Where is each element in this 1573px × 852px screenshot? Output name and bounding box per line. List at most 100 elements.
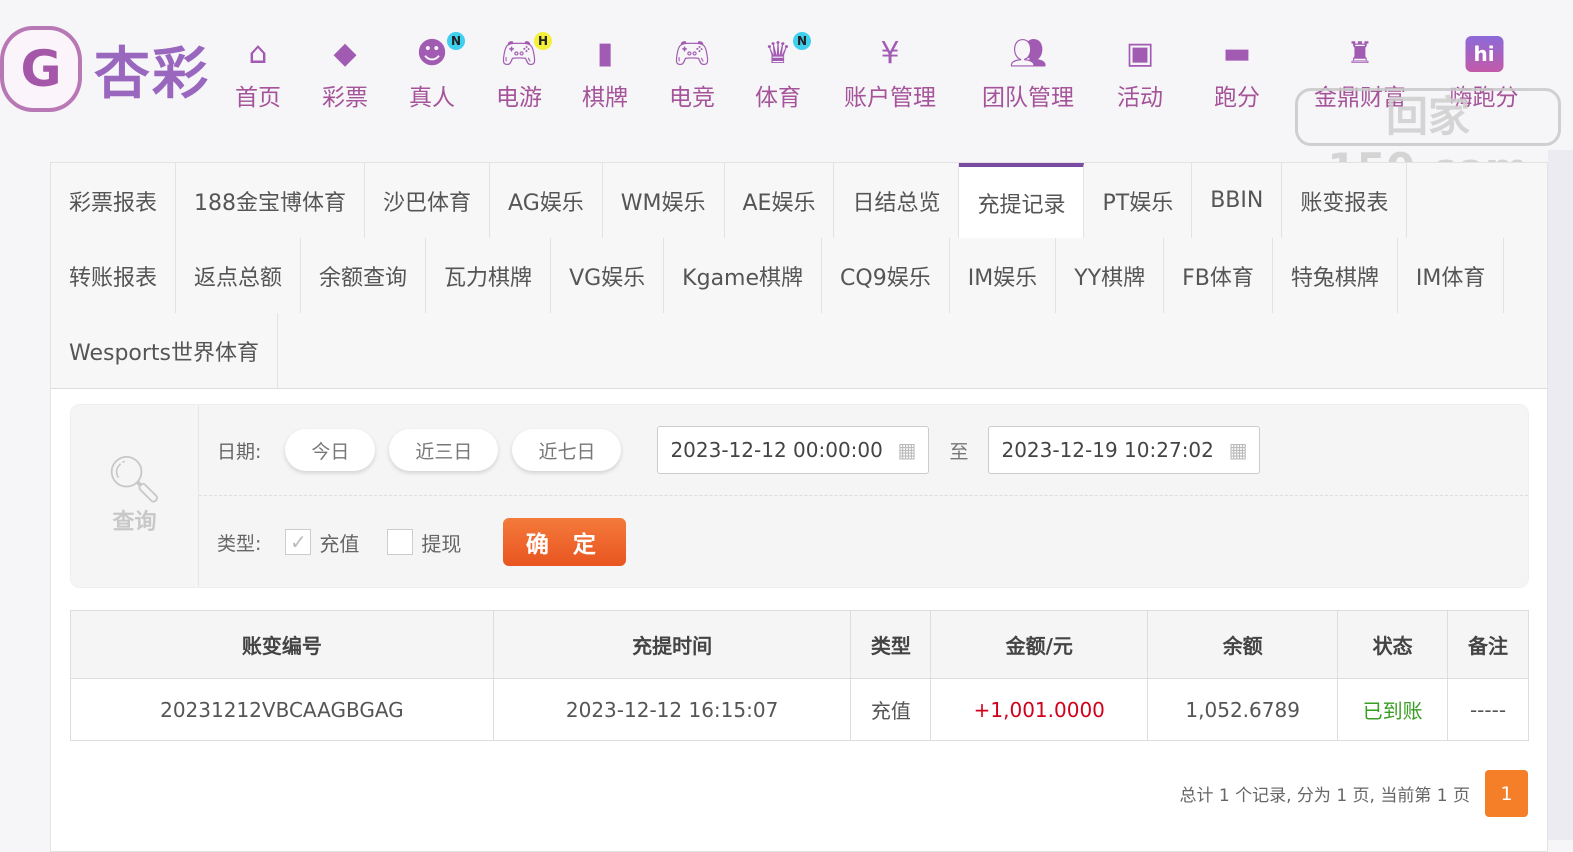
tab-1[interactable]: 188金宝博体育 xyxy=(176,163,366,238)
tab-5[interactable]: AE娱乐 xyxy=(725,163,835,238)
page-1-button[interactable]: 1 xyxy=(1485,770,1528,817)
tab-9[interactable]: BBIN xyxy=(1192,163,1283,238)
tab-12[interactable]: 返点总额 xyxy=(176,238,302,313)
ticket-icon: ◆ xyxy=(333,36,357,71)
col-remark: 备注 xyxy=(1447,610,1529,679)
tab-15[interactable]: VG娱乐 xyxy=(551,238,665,313)
last-7-days-button[interactable]: 近七日 xyxy=(512,429,622,471)
col-time: 充提时间 xyxy=(492,610,852,679)
team-icon: 👥︎ xyxy=(1008,36,1048,71)
report-tabs: 彩票报表 188金宝博体育 沙巴体育 AG娱乐 WM娱乐 AE娱乐 日结总览 充提记录 PT娱乐… xyxy=(51,163,1547,389)
tab-6[interactable]: 日结总览 xyxy=(834,163,960,238)
last-3-days-button[interactable]: 近三日 xyxy=(389,429,499,471)
logo-text: 杏彩 xyxy=(94,41,210,107)
nav-item-7[interactable]: ¥ 账户管理 xyxy=(844,36,936,112)
nav-item-5[interactable]: 🎮︎ 电竞 xyxy=(669,36,715,112)
end-date-input[interactable]: 2023-12-19 10:27:02 ▦ xyxy=(988,426,1261,474)
nav-item-2[interactable]: ☻ N 真人 xyxy=(409,32,465,112)
tab-23[interactable]: Wesports世界体育 xyxy=(51,313,279,388)
trophy-icon: ♛ N xyxy=(759,32,811,72)
deposit-checkbox[interactable]: ✓ xyxy=(285,529,312,555)
withdraw-label: 提现 xyxy=(421,531,462,556)
nav-item-1[interactable]: ◆ 彩票 xyxy=(322,36,368,112)
col-balance: 余额 xyxy=(1147,610,1339,679)
remark: ----- xyxy=(1447,678,1529,741)
amount: +1,001.0000 xyxy=(930,678,1149,741)
type-label: 类型: xyxy=(217,532,262,555)
nav-item-8[interactable]: 👥︎ 团队管理 xyxy=(982,36,1074,112)
tripod-icon: ♜ xyxy=(1346,36,1374,71)
tab-0[interactable]: 彩票报表 xyxy=(51,163,177,238)
withdraw-checkbox[interactable] xyxy=(387,529,414,555)
hi-app-icon: hi xyxy=(1465,36,1503,72)
search-icon: 🔍︎ xyxy=(105,452,164,506)
tab-10[interactable]: 账变报表 xyxy=(1282,163,1408,238)
tab-22[interactable]: IM体育 xyxy=(1398,238,1505,313)
top-navigation: G 杏彩 ⌂ 首页 ◆ 彩票 ☻ N 真人 🎮︎ H 电游 ▮ 棋牌 🎮︎ 电竞 ♛ N 体育 ¥ 账户管理 👥︎ 团队… xyxy=(0,0,1573,193)
nav-label: 体育 xyxy=(755,85,801,111)
tab-8[interactable]: PT娱乐 xyxy=(1084,163,1193,238)
pagination: 总计 1 个记录, 分为 1 页, 当前第 1 页 1 xyxy=(1179,770,1528,817)
nav-item-6[interactable]: ♛ N 体育 xyxy=(755,32,811,112)
tab-3[interactable]: AG娱乐 xyxy=(490,163,603,238)
nav-label: 彩票 xyxy=(322,85,368,111)
nav-item-9[interactable]: ▣ 活动 xyxy=(1117,36,1163,112)
query-label: 查询 xyxy=(112,510,157,535)
nav-item-10[interactable]: ▬ 跑分 xyxy=(1214,36,1260,112)
nav-label: 真人 xyxy=(409,85,455,111)
tab-2[interactable]: 沙巴体育 xyxy=(365,163,491,238)
tab-14[interactable]: 瓦力棋牌 xyxy=(426,238,552,313)
gift-icon: ▣ xyxy=(1125,36,1155,71)
pagination-summary: 总计 1 个记录, 分为 1 页, 当前第 1 页 xyxy=(1179,786,1471,806)
nav-label: 棋牌 xyxy=(582,85,628,111)
type: 充值 xyxy=(850,678,932,741)
live-dealer-icon: ☻ N xyxy=(413,32,465,72)
logo[interactable]: G 杏彩 xyxy=(0,26,210,112)
calendar-icon[interactable]: ▦ xyxy=(898,438,917,462)
tab-17[interactable]: CQ9娱乐 xyxy=(822,238,950,313)
col-status: 状态 xyxy=(1337,610,1449,679)
tab-20[interactable]: FB体育 xyxy=(1164,238,1273,313)
logo-mark: G xyxy=(0,26,82,112)
tab-7[interactable]: 充提记录 xyxy=(959,163,1085,238)
start-date-input[interactable]: 2023-12-12 00:00:00 ▦ xyxy=(657,426,930,474)
nav-label: 账户管理 xyxy=(844,85,936,111)
nav-item-3[interactable]: 🎮︎ H 电游 xyxy=(496,32,552,112)
cards-icon: ▮ xyxy=(596,36,614,71)
tab-11[interactable]: 转账报表 xyxy=(51,238,177,313)
to-label: 至 xyxy=(949,440,969,463)
date-label: 日期: xyxy=(217,440,262,463)
tab-21[interactable]: 特兔棋牌 xyxy=(1273,238,1398,313)
today-button[interactable]: 今日 xyxy=(285,429,376,471)
tab-18[interactable]: IM娱乐 xyxy=(950,238,1057,313)
tab-16[interactable]: Kgame棋牌 xyxy=(664,238,823,313)
transaction-id: 20231212VBCAAGBGAG xyxy=(70,678,494,741)
nav-label: 电竞 xyxy=(669,85,715,111)
date-row: 日期: 今日 近三日 近七日 2023-12-12 00:00:00 ▦ 至 20… xyxy=(199,405,1528,496)
esports-icon: 🎮︎ xyxy=(672,36,712,71)
main-panel: 彩票报表 188金宝博体育 沙巴体育 AG娱乐 WM娱乐 AE娱乐 日结总览 充提记录 PT娱乐… xyxy=(50,162,1548,852)
tab-13[interactable]: 余额查询 xyxy=(301,238,427,313)
type-row: 类型: ✓ 充值 提现 确 定 xyxy=(199,496,1528,588)
records-table: 账变编号 充提时间 类型 金额/元 余额 状态 备注 20231212VBCAA… xyxy=(70,610,1529,741)
status: 已到账 xyxy=(1337,678,1449,741)
table-header-row: 账变编号 充提时间 类型 金额/元 余额 状态 备注 xyxy=(70,610,1529,679)
page-scroll-gutter xyxy=(1548,150,1573,840)
nav-label: 首页 xyxy=(235,85,281,111)
watermark: 回家150.com xyxy=(1295,88,1561,193)
confirm-button[interactable]: 确 定 xyxy=(503,518,627,566)
badge-icon: H xyxy=(534,32,552,50)
tab-19[interactable]: YY棋牌 xyxy=(1056,238,1165,313)
nav-label: 团队管理 xyxy=(982,85,1074,111)
start-date-value: 2023-12-12 00:00:00 xyxy=(670,438,883,462)
calendar-icon[interactable]: ▦ xyxy=(1229,438,1248,462)
nav-label: 活动 xyxy=(1117,85,1163,111)
nav-item-0[interactable]: ⌂ 首页 xyxy=(235,36,281,112)
col-amount: 金额/元 xyxy=(930,610,1149,679)
nav-item-4[interactable]: ▮ 棋牌 xyxy=(582,36,628,112)
query-panel: 🔍︎ 查询 日期: 今日 近三日 近七日 2023-12-12 00:00:00… xyxy=(70,404,1529,588)
tab-4[interactable]: WM娱乐 xyxy=(603,163,725,238)
col-transaction-id: 账变编号 xyxy=(70,610,494,679)
yen-coin-icon: ¥ xyxy=(880,36,900,71)
nav-label: 跑分 xyxy=(1214,85,1260,111)
